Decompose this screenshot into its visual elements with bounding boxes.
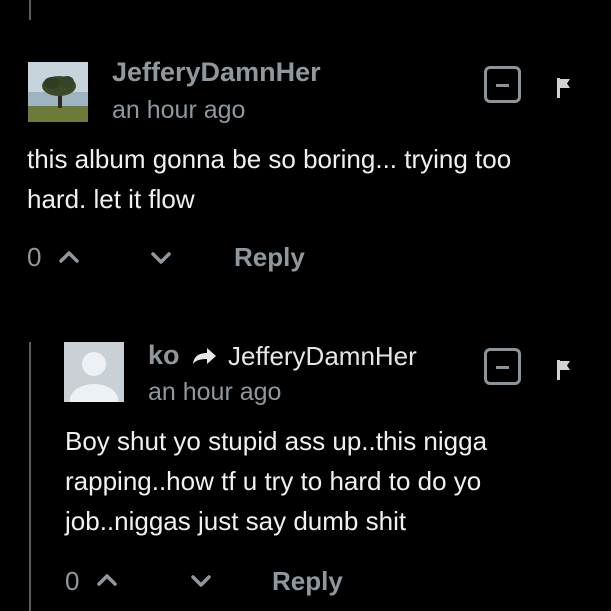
collapse-button[interactable] — [484, 66, 521, 103]
downvote-chevron-icon[interactable] — [190, 574, 212, 588]
flag-icon[interactable] — [555, 358, 575, 382]
author-name[interactable]: JefferyDamnHer — [112, 57, 321, 88]
avatar-default[interactable] — [64, 342, 124, 402]
collapse-icon — [496, 84, 509, 87]
avatar[interactable] — [28, 62, 88, 122]
comment-body: Boy shut yo stupid ass up..this nigga ra… — [65, 426, 488, 536]
collapse-icon — [496, 366, 509, 369]
reply-thread-line — [29, 342, 31, 611]
reply-to-name[interactable]: JefferyDamnHer — [228, 341, 417, 372]
thread-line — [29, 0, 31, 20]
upvote-chevron-icon[interactable] — [96, 573, 118, 587]
downvote-chevron-icon[interactable] — [150, 251, 172, 265]
timestamp[interactable]: an hour ago — [148, 378, 281, 407]
flag-icon[interactable] — [555, 76, 575, 100]
upvote-chevron-icon[interactable] — [58, 250, 80, 264]
timestamp[interactable]: an hour ago — [112, 96, 245, 125]
reply-arrow-icon — [193, 348, 216, 364]
reply-button[interactable]: Reply — [234, 242, 305, 273]
vote-count: 0 — [65, 566, 80, 596]
comment-body: this album gonna be so boring... trying … — [27, 144, 512, 214]
reply-button[interactable]: Reply — [272, 566, 343, 597]
collapse-button[interactable] — [484, 348, 521, 385]
vote-count: 0 — [27, 242, 42, 272]
author-name[interactable]: ko — [148, 340, 180, 371]
